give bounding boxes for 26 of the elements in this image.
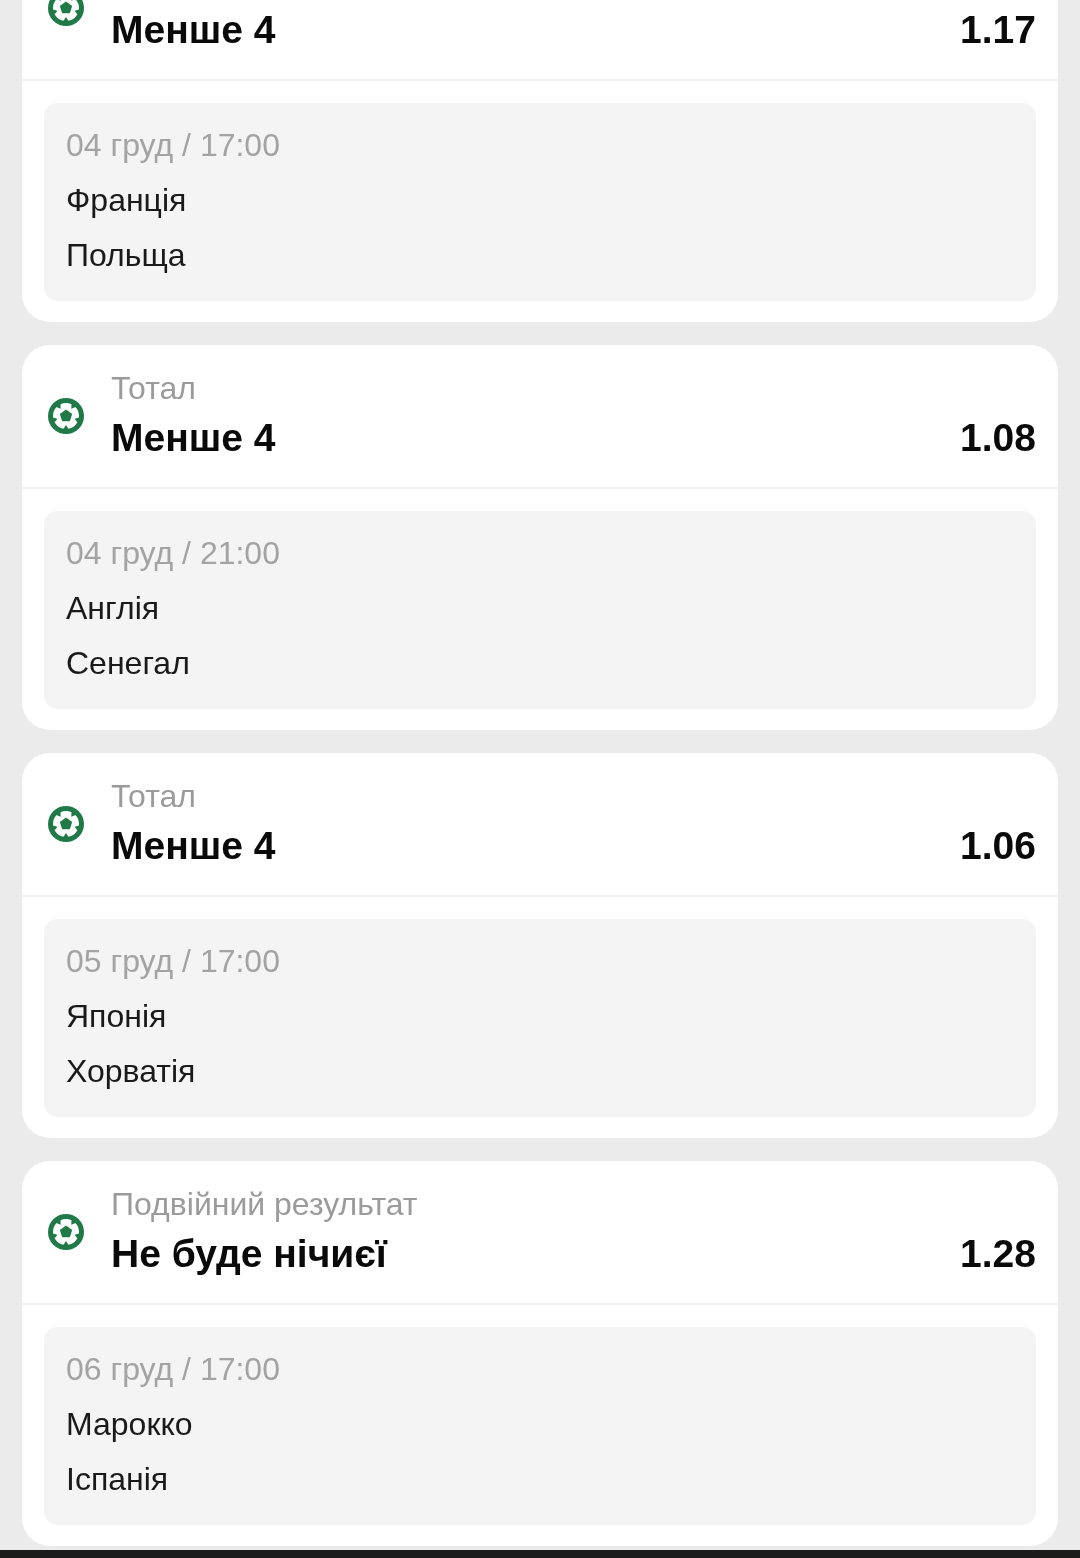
team-name: Марокко — [66, 1405, 193, 1444]
team-name: Франція — [66, 181, 187, 220]
odds-value: 1.06 — [960, 824, 1036, 869]
match-date: 06 груд / 17:00 — [66, 1350, 280, 1389]
market-label: Подвійний результат — [111, 1185, 418, 1224]
soccer-ball-icon — [48, 1214, 84, 1250]
team-name: Англія — [66, 589, 160, 628]
match-date: 04 груд / 21:00 — [66, 534, 280, 573]
market-label: Тотал — [111, 369, 196, 408]
team-name: Японія — [66, 997, 167, 1036]
match-date: 05 груд / 17:00 — [66, 942, 280, 981]
odds-value: 1.28 — [960, 1232, 1036, 1277]
soccer-ball-icon — [48, 806, 84, 842]
team-name: Іспанія — [66, 1460, 169, 1499]
market-label: Тотал — [111, 777, 196, 816]
selection-label: Менше 4 — [111, 8, 276, 52]
selection-label: Не буде нічиєї — [111, 1232, 387, 1276]
team-name: Польща — [66, 236, 186, 275]
match-date: 04 груд / 17:00 — [66, 126, 280, 165]
soccer-ball-icon — [48, 398, 84, 434]
selection-label: Менше 4 — [111, 824, 276, 868]
selection-label: Менше 4 — [111, 416, 276, 460]
team-name: Сенегал — [66, 644, 190, 683]
odds-value: 1.17 — [960, 8, 1036, 53]
odds-value: 1.08 — [960, 416, 1036, 461]
team-name: Хорватія — [66, 1052, 196, 1091]
